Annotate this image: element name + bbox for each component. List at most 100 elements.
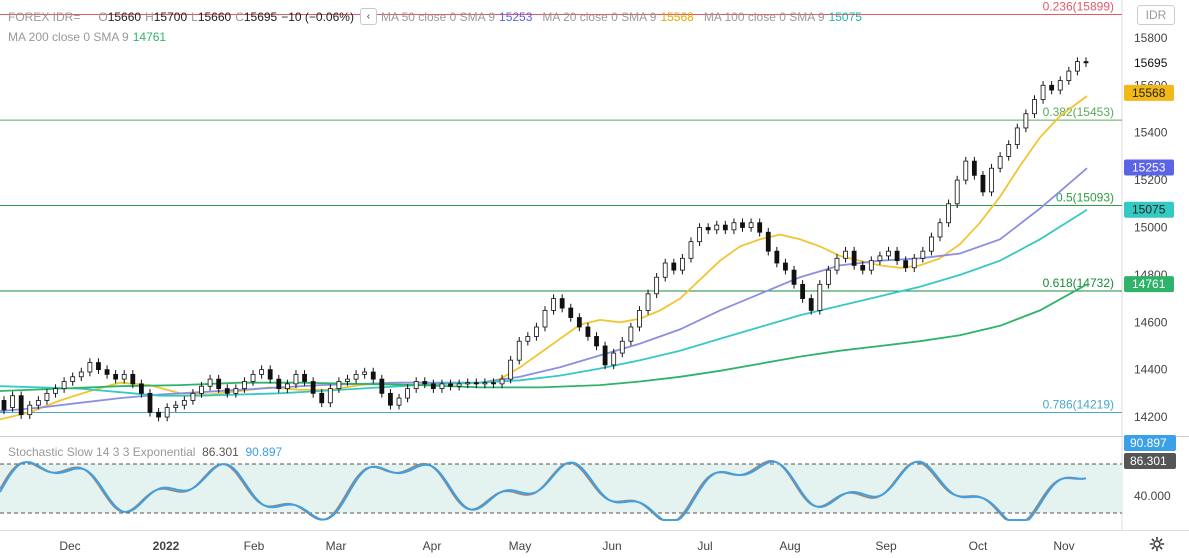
low-value: 15660 [197,9,232,24]
candle-body [971,160,977,176]
candle-body [508,359,514,380]
candle-body [800,283,806,299]
candle [971,156,977,180]
candle [456,379,462,391]
candle [1014,123,1020,149]
candle [353,370,359,384]
candle-body [808,298,814,311]
candle-body [10,395,15,408]
low-label: L [191,9,198,24]
candle-body [156,411,161,418]
candle [576,313,582,332]
candle-body [164,407,170,418]
candle-body [405,388,411,399]
candle-body [276,378,282,390]
candle [516,336,522,365]
candle-body [233,388,239,394]
candle-body [439,383,445,390]
candle-body [989,167,994,193]
candle [757,218,763,237]
candle-body [628,326,634,342]
stochastic-axis-label: 40.000 [1134,489,1171,503]
candle [10,391,15,412]
high-value: 15700 [153,9,188,24]
candle-body [53,388,58,394]
price-badge: 14761 [1124,276,1174,293]
candle [164,403,170,422]
candle-body [645,293,651,311]
candle-body [602,345,608,366]
candle [27,400,33,419]
candle-body [70,376,76,382]
candle [946,199,952,228]
time-tick-label: Jul [697,539,712,553]
candle-body [714,224,720,231]
candle [843,246,848,263]
stochastic-legend: Stochastic Slow 14 3 3 Exponential 86.30… [8,445,282,459]
candle [585,322,591,341]
candle-body [654,276,660,295]
candle [774,246,780,268]
candle [602,341,608,370]
candle-body [1023,113,1029,129]
candle-body [843,250,848,259]
candle-body [688,241,694,259]
candle-body [138,383,144,394]
time-axis[interactable]: Dec 2022 Feb Mar Apr May Jun Jul Aug Sep Oct Nov [59,539,1074,553]
candle-body [1032,99,1037,115]
candle-body [877,255,883,262]
candle [396,393,402,410]
candle-body [980,174,986,193]
candle-body [379,378,385,394]
ma-line [0,208,1088,397]
candle [156,408,161,422]
candle [78,367,84,382]
price-badge-text: 14761 [1132,277,1166,291]
price-axis[interactable]: 1420014400146001480015000152001540015600… [1124,31,1176,503]
candle-body [1006,144,1012,157]
candle-body [327,388,333,404]
candle-body [430,383,436,390]
candle-body [336,381,342,390]
candle [929,232,934,256]
candle [18,391,24,419]
candle [422,377,428,389]
candle [688,237,694,263]
candle [190,389,196,405]
collapse-legend-button[interactable]: ‹ [359,8,377,25]
candle-body [1075,61,1080,72]
time-tick-label: Sep [875,539,897,553]
chart-canvas[interactable]: 0.236(15899) 0.382(15453) 0.5(15093) 0.618(… [0,0,1189,558]
price-badge: 15253 [1124,159,1174,176]
candle [370,367,376,384]
candle-body [345,378,350,382]
close-label: C [235,9,244,24]
candle-body [594,336,599,347]
candle [834,254,840,275]
candle [310,377,316,398]
gear-icon[interactable] [1149,536,1165,552]
symbol-search-box[interactable]: IDR [1137,5,1175,25]
candle [954,175,960,209]
candle [181,396,187,410]
candle-body [413,381,419,390]
candle [233,384,239,398]
candle [619,336,625,358]
candle-body [619,340,625,354]
candle-body [181,400,187,406]
ma50-value: 15253 [499,9,533,24]
fib-level-label: 0.786(14219) [1043,398,1114,412]
candle [276,374,282,393]
candle-body [851,250,857,266]
price-badge: 15568 [1124,84,1174,101]
price-tick-label: 14200 [1134,410,1168,424]
candle-body [61,381,67,390]
ohlc-legend: FOREX IDR= O 15660 H 15700 L 15660 C 15695 −… [8,8,866,25]
candle-body [388,392,393,406]
candle-body [576,317,582,328]
candle [448,379,453,391]
price-tick-label: 14600 [1134,315,1168,329]
candle-body [448,383,453,387]
candle [439,379,445,393]
candle [628,322,634,346]
